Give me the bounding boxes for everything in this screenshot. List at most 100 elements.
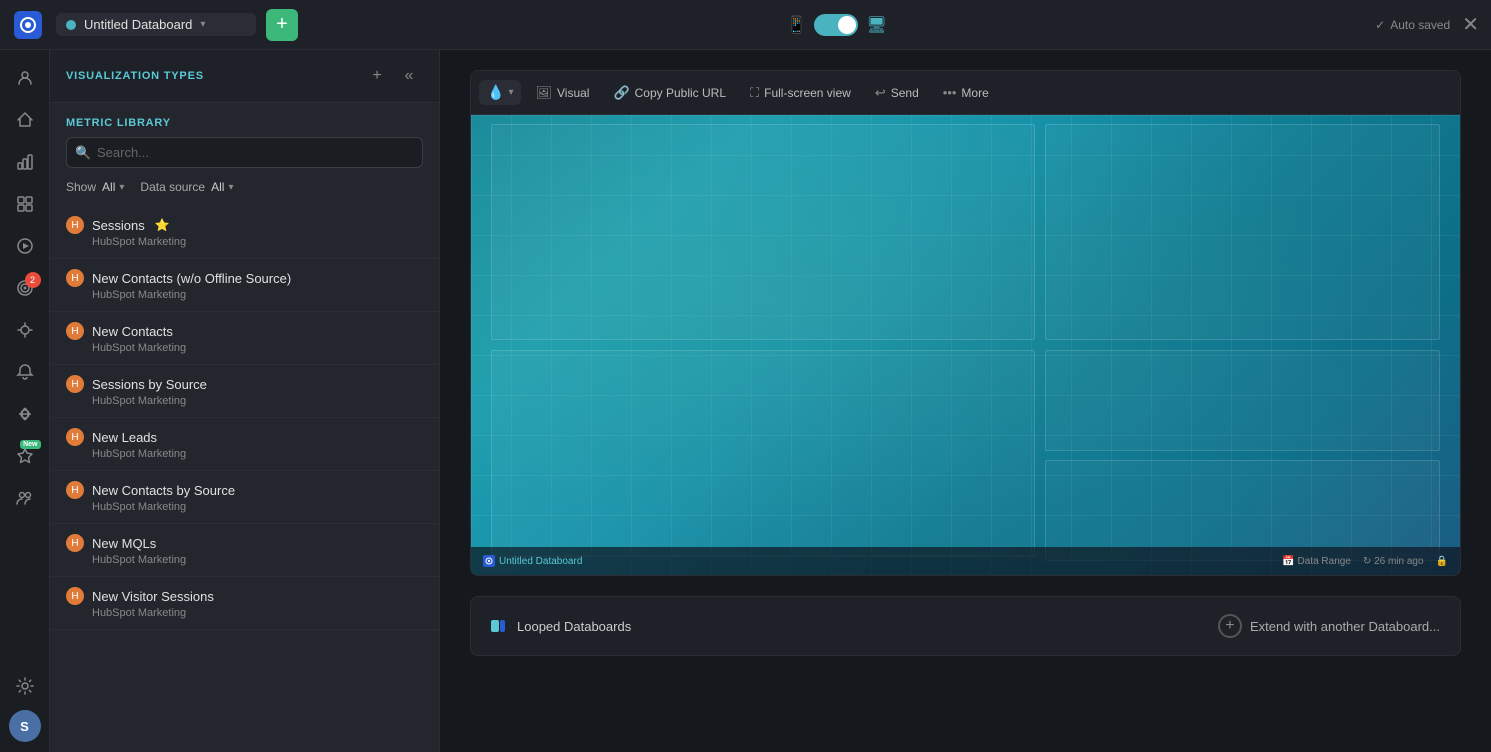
databoard-title-area[interactable]: Untitled Databoard ▾ bbox=[56, 13, 256, 36]
search-icon: 🔍 bbox=[75, 145, 91, 161]
list-item[interactable]: H New Contacts by Source HubSpot Marketi… bbox=[50, 471, 439, 524]
metric-source: HubSpot Marketing bbox=[92, 342, 423, 354]
metric-source: HubSpot Marketing bbox=[92, 395, 423, 407]
nav-icon-new-feature[interactable]: New bbox=[7, 438, 43, 474]
list-item[interactable]: H New MQLs HubSpot Marketing bbox=[50, 524, 439, 577]
link-icon: 🔗 bbox=[613, 85, 629, 101]
databoard-toolbar: 💧 ▾ 🖼 Visual 🔗 Copy Public URL ⛶ Full-sc… bbox=[471, 71, 1460, 115]
nav-icon-goals[interactable]: 2 bbox=[7, 270, 43, 306]
viz-types-collapse-button[interactable]: « bbox=[395, 64, 423, 88]
metric-name: New Contacts (w/o Offline Source) bbox=[92, 271, 291, 286]
dropdown-caret-icon: ▾ bbox=[508, 87, 513, 98]
preview-canvas bbox=[471, 115, 1460, 575]
metric-source: HubSpot Marketing bbox=[92, 289, 423, 301]
viz-types-add-button[interactable]: + bbox=[365, 64, 389, 88]
preview-widget-3 bbox=[491, 350, 1035, 557]
more-button[interactable]: ••• More bbox=[933, 80, 999, 105]
visual-button[interactable]: 🖼 Visual bbox=[525, 80, 599, 106]
datasource-filter-group: Data source All ▾ bbox=[140, 180, 233, 194]
looped-label: Looped Databoards bbox=[517, 619, 631, 634]
show-filter-group: Show All ▾ bbox=[66, 180, 124, 194]
preview-widget-2 bbox=[1045, 124, 1441, 340]
fullscreen-button[interactable]: ⛶ Full-screen view bbox=[740, 80, 861, 106]
nav-icon-home[interactable] bbox=[7, 102, 43, 138]
close-button[interactable]: ✕ bbox=[1462, 15, 1479, 35]
topbar-center: 📱 🖥 bbox=[298, 14, 1375, 36]
extend-plus-icon: + bbox=[1218, 614, 1242, 638]
left-nav: 2 New bbox=[0, 50, 50, 752]
show-filter-label: Show bbox=[66, 180, 96, 194]
list-item[interactable]: H Sessions by Source HubSpot Marketing bbox=[50, 365, 439, 418]
preview-widget-4 bbox=[1045, 350, 1441, 451]
topbar: Untitled Databoard ▾ + 📱 🖥 ✓ Auto saved … bbox=[0, 0, 1491, 50]
search-box: 🔍 bbox=[66, 137, 423, 168]
footer-board-name: Untitled Databoard bbox=[499, 556, 582, 567]
send-button[interactable]: ↩ Send bbox=[865, 80, 929, 106]
color-dropdown[interactable]: 💧 ▾ bbox=[479, 80, 521, 105]
copy-url-button[interactable]: 🔗 Copy Public URL bbox=[603, 80, 736, 106]
footer-data-range: 📅 Data Range bbox=[1282, 556, 1351, 567]
metric-name: New MQLs bbox=[92, 536, 156, 551]
metric-name: New Contacts bbox=[92, 324, 173, 339]
list-item[interactable]: H New Leads HubSpot Marketing bbox=[50, 418, 439, 471]
metric-icon: H bbox=[66, 322, 84, 340]
footer-lock-icon: 🔒 bbox=[1436, 556, 1448, 567]
mobile-view-icon[interactable]: 📱 bbox=[786, 15, 806, 35]
metric-source: HubSpot Marketing bbox=[92, 607, 423, 619]
fullscreen-icon: ⛶ bbox=[750, 85, 759, 101]
add-button[interactable]: + bbox=[266, 9, 298, 41]
show-filter-value: All bbox=[102, 180, 115, 194]
toggle-track[interactable] bbox=[814, 14, 858, 36]
metric-name: New Leads bbox=[92, 430, 157, 445]
metric-icon: H bbox=[66, 216, 84, 234]
topbar-right: ✓ Auto saved ✕ bbox=[1375, 15, 1479, 35]
list-item[interactable]: H New Visitor Sessions HubSpot Marketing bbox=[50, 577, 439, 630]
preview-footer: Untitled Databoard 📅 Data Range ↻ 26 min… bbox=[471, 547, 1460, 575]
filter-row: Show All ▾ Data source All ▾ bbox=[50, 180, 439, 206]
footer-logo: Untitled Databoard bbox=[483, 555, 582, 567]
metric-icon: H bbox=[66, 428, 84, 446]
star-icon: ⭐ bbox=[155, 218, 170, 232]
metric-icon: H bbox=[66, 587, 84, 605]
sidebar-panel: VISUALIZATION TYPES + « METRIC LIBRARY 🔍… bbox=[50, 50, 440, 752]
show-filter-select[interactable]: All ▾ bbox=[102, 180, 124, 194]
datasource-filter-caret-icon: ▾ bbox=[228, 182, 233, 193]
preview-widget-1 bbox=[491, 124, 1035, 340]
metric-name: New Contacts by Source bbox=[92, 483, 235, 498]
search-input[interactable] bbox=[66, 137, 423, 168]
nav-icon-integrations[interactable] bbox=[7, 312, 43, 348]
metric-name: Sessions by Source bbox=[92, 377, 207, 392]
nav-icon-settings[interactable] bbox=[7, 668, 43, 704]
nav-icon-sharing[interactable] bbox=[7, 396, 43, 432]
viz-types-label: VISUALIZATION TYPES bbox=[66, 70, 365, 82]
metric-list: H Sessions ⭐ HubSpot Marketing H New Con… bbox=[50, 206, 439, 752]
desktop-view-icon[interactable]: 🖥 bbox=[866, 15, 886, 35]
list-item[interactable]: H New Contacts HubSpot Marketing bbox=[50, 312, 439, 365]
databoard-title: Untitled Databoard bbox=[84, 17, 192, 32]
extend-button[interactable]: + Extend with another Databoard... bbox=[1218, 614, 1440, 638]
footer-refresh-time: ↻ 26 min ago bbox=[1363, 556, 1424, 567]
metric-icon: H bbox=[66, 269, 84, 287]
app-logo[interactable] bbox=[12, 9, 44, 41]
nav-icon-users[interactable] bbox=[7, 60, 43, 96]
nav-icon-play[interactable] bbox=[7, 228, 43, 264]
nav-icon-team[interactable] bbox=[7, 480, 43, 516]
content-area: 💧 ▾ 🖼 Visual 🔗 Copy Public URL ⛶ Full-sc… bbox=[440, 50, 1491, 752]
datasource-filter-select[interactable]: All ▾ bbox=[211, 180, 233, 194]
list-item[interactable]: H Sessions ⭐ HubSpot Marketing bbox=[50, 206, 439, 259]
metric-icon: H bbox=[66, 375, 84, 393]
view-toggle[interactable] bbox=[814, 14, 858, 36]
toggle-thumb bbox=[838, 16, 856, 34]
list-item[interactable]: H New Contacts (w/o Offline Source) HubS… bbox=[50, 259, 439, 312]
nav-icon-metrics[interactable] bbox=[7, 144, 43, 180]
visual-icon: 🖼 bbox=[535, 85, 552, 101]
metric-source: HubSpot Marketing bbox=[92, 501, 423, 513]
viz-types-header: VISUALIZATION TYPES + « bbox=[50, 50, 439, 103]
title-caret-icon: ▾ bbox=[200, 19, 205, 30]
metric-source: HubSpot Marketing bbox=[92, 554, 423, 566]
nav-icon-alerts[interactable] bbox=[7, 354, 43, 390]
datasource-filter-value: All bbox=[211, 180, 224, 194]
nav-icon-dashboards[interactable] bbox=[7, 186, 43, 222]
databoard-area: 💧 ▾ 🖼 Visual 🔗 Copy Public URL ⛶ Full-sc… bbox=[440, 50, 1491, 752]
user-avatar[interactable]: S bbox=[9, 710, 41, 742]
